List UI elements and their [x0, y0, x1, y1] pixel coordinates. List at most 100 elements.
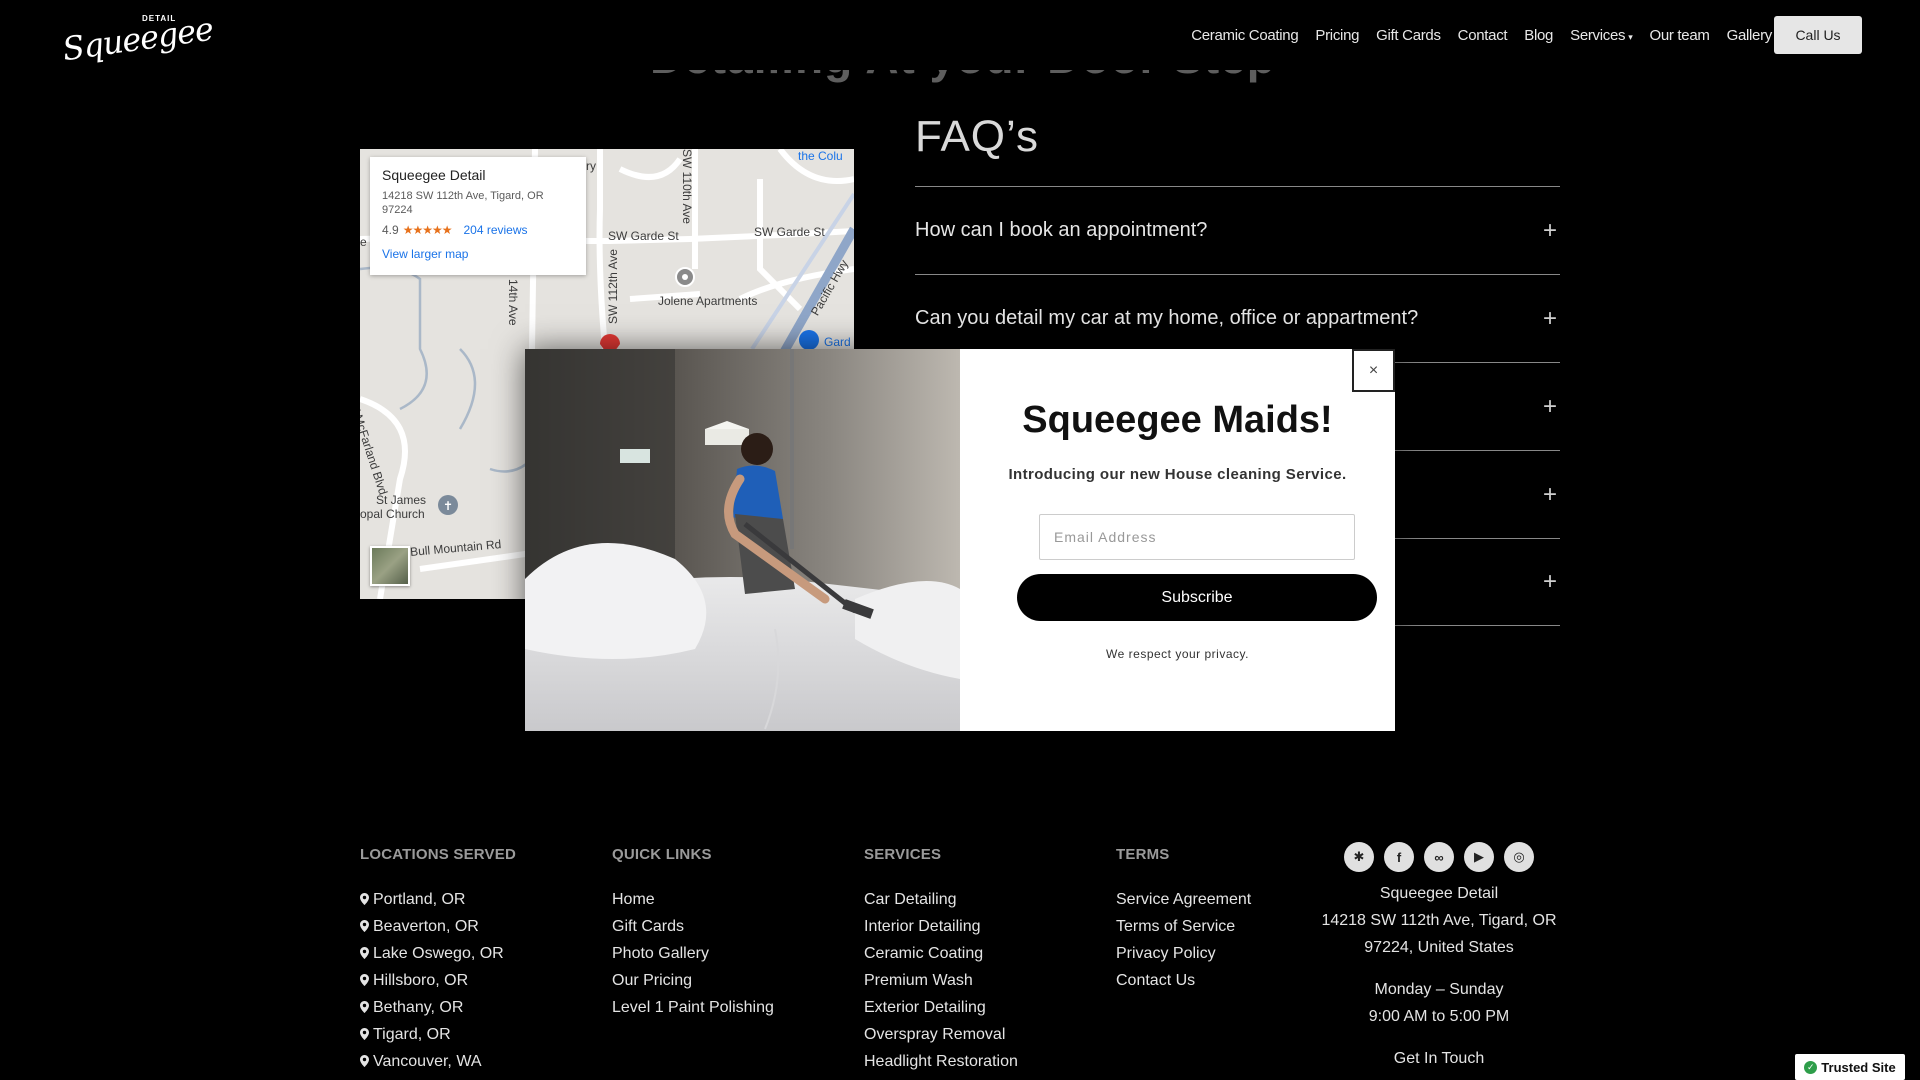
- faq-item[interactable]: How can I book an appointment? +: [915, 186, 1560, 274]
- logo-text: Squeegee: [60, 9, 216, 69]
- location-item: Hillsboro, OR: [360, 972, 516, 999]
- rating-value: 4.9: [382, 223, 399, 237]
- email-field[interactable]: [1039, 514, 1355, 560]
- faq-title: FAQ’s: [915, 112, 1040, 161]
- map-label-gard: Gard: [824, 335, 851, 349]
- quick-link-gift-cards[interactable]: Gift Cards: [612, 918, 774, 945]
- location-item: Bethany, OR: [360, 999, 516, 1026]
- service-link[interactable]: Car Detailing: [864, 891, 1018, 918]
- location-label: Beaverton, OR: [373, 918, 479, 935]
- quick-link-paint-polishing[interactable]: Level 1 Paint Polishing: [612, 999, 774, 1026]
- location-label: Bethany, OR: [373, 999, 464, 1016]
- instagram-icon[interactable]: ◎: [1504, 842, 1534, 872]
- cleaning-photo: [525, 349, 960, 731]
- map-label-jolene: Jolene Apartments: [658, 294, 758, 308]
- map-label-colu: the Colu: [798, 149, 843, 163]
- plus-icon[interactable]: +: [1540, 568, 1560, 596]
- nav-services[interactable]: Services ▾: [1570, 26, 1633, 44]
- nav-services-label: Services: [1570, 26, 1626, 44]
- address-line-2: 97224, United States: [1364, 939, 1514, 956]
- plus-icon[interactable]: +: [1540, 481, 1560, 509]
- service-link[interactable]: Headlight Restoration: [864, 1053, 1018, 1080]
- footer-contact: ✱ f ∞ ▶ ◎ Squeegee Detail 14218 SW 112th…: [1320, 842, 1558, 1072]
- location-item: Beaverton, OR: [360, 918, 516, 945]
- popup-title: Squeegee Maids!: [1022, 399, 1333, 441]
- service-link[interactable]: Ceramic Coating: [864, 945, 1018, 972]
- terms-link[interactable]: Service Agreement: [1116, 891, 1251, 918]
- map-pin-icon: [360, 893, 369, 905]
- yelp-icon[interactable]: ✱: [1344, 842, 1374, 872]
- site-header: Squeegee DETAIL Ceramic Coating Pricing …: [0, 0, 1920, 70]
- nav-pricing[interactable]: Pricing: [1315, 27, 1359, 44]
- location-item: Vancouver, WA: [360, 1053, 516, 1080]
- nav-ceramic-coating[interactable]: Ceramic Coating: [1191, 27, 1299, 44]
- location-label: Vancouver, WA: [373, 1053, 482, 1070]
- footer-heading: LOCATIONS SERVED: [360, 846, 516, 863]
- nav-gift-cards[interactable]: Gift Cards: [1376, 27, 1441, 44]
- logo-subtext: DETAIL: [142, 14, 177, 23]
- quick-link-photo-gallery[interactable]: Photo Gallery: [612, 945, 774, 972]
- map-rating: 4.9 ★★★★★ 204 reviews: [382, 223, 574, 237]
- location-item: Tigard, OR: [360, 1026, 516, 1053]
- location-label: Lake Oswego, OR: [373, 945, 504, 962]
- map-info-card: Squeegee Detail 14218 SW 112th Ave, Tiga…: [370, 157, 586, 275]
- map-pin-icon: [360, 1055, 369, 1067]
- subscribe-button[interactable]: Subscribe: [1017, 574, 1377, 621]
- check-icon: ✓: [1804, 1060, 1818, 1074]
- footer-quick-links: QUICK LINKS Home Gift Cards Photo Galler…: [612, 846, 774, 1026]
- map-label-stjames-1: St James: [376, 493, 427, 507]
- plus-icon[interactable]: +: [1540, 217, 1560, 245]
- main-nav: Ceramic Coating Pricing Gift Cards Conta…: [1174, 0, 1772, 70]
- call-us-button[interactable]: Call Us: [1774, 16, 1862, 54]
- footer-terms: TERMS Service Agreement Terms of Service…: [1116, 846, 1251, 999]
- close-icon[interactable]: ×: [1352, 349, 1395, 392]
- plus-icon[interactable]: +: [1540, 305, 1560, 333]
- nav-our-team[interactable]: Our team: [1649, 27, 1709, 44]
- footer-services: SERVICES Car Detailing Interior Detailin…: [864, 846, 1018, 1080]
- plus-icon[interactable]: +: [1540, 393, 1560, 421]
- satellite-toggle[interactable]: [370, 546, 410, 586]
- trusted-site-badge[interactable]: ✓ Trusted Site: [1795, 1054, 1905, 1080]
- footer-locations: LOCATIONS SERVED Portland, OR Beaverton,…: [360, 846, 516, 1080]
- social-links: ✱ f ∞ ▶ ◎: [1320, 842, 1558, 872]
- footer-heading: TERMS: [1116, 846, 1170, 863]
- service-link[interactable]: Premium Wash: [864, 972, 1018, 999]
- map-label-ry: ry: [586, 159, 596, 173]
- star-icons: ★★★★★: [402, 223, 453, 237]
- nav-blog[interactable]: Blog: [1524, 27, 1553, 44]
- privacy-note: We respect your privacy.: [1106, 647, 1249, 661]
- get-in-touch-link[interactable]: Get In Touch: [1320, 1045, 1558, 1072]
- service-link[interactable]: Interior Detailing: [864, 918, 1018, 945]
- logo[interactable]: Squeegee DETAIL: [60, 10, 215, 69]
- popup-subtitle: Introducing our new House cleaning Servi…: [1008, 466, 1347, 483]
- quick-link-our-pricing[interactable]: Our Pricing: [612, 972, 774, 999]
- cleaning-photo-illustration: [525, 349, 960, 731]
- map-pin-icon: [360, 1001, 369, 1013]
- terms-link[interactable]: Terms of Service: [1116, 918, 1251, 945]
- service-link[interactable]: Exterior Detailing: [864, 999, 1018, 1026]
- business-name: Squeegee Detail: [1379, 885, 1499, 902]
- map-pin-icon: [360, 1028, 369, 1040]
- nav-gallery[interactable]: Gallery: [1727, 27, 1773, 44]
- link-icon[interactable]: ∞: [1424, 842, 1454, 872]
- service-link[interactable]: Overspray Removal: [864, 1026, 1018, 1053]
- trusted-site-label: Trusted Site: [1821, 1059, 1896, 1075]
- footer-heading: QUICK LINKS: [612, 846, 712, 863]
- newsletter-popup: × Squeegee Maids! Introducing our new Ho…: [525, 349, 1395, 731]
- faq-question: How can I book an appointment?: [915, 219, 1208, 241]
- map-pin-icon: [360, 974, 369, 986]
- quick-link-home[interactable]: Home: [612, 891, 774, 918]
- location-label: Tigard, OR: [373, 1026, 451, 1043]
- terms-link[interactable]: Contact Us: [1116, 972, 1251, 999]
- map-pin-icon: [360, 947, 369, 959]
- terms-link[interactable]: Privacy Policy: [1116, 945, 1251, 972]
- location-item: Portland, OR: [360, 891, 516, 918]
- facebook-icon[interactable]: f: [1384, 842, 1414, 872]
- reviews-link[interactable]: 204 reviews: [463, 223, 527, 237]
- map-business-name: Squeegee Detail: [382, 167, 486, 183]
- youtube-icon[interactable]: ▶: [1464, 842, 1494, 872]
- view-larger-map-link[interactable]: View larger map: [382, 247, 574, 261]
- nav-contact[interactable]: Contact: [1458, 27, 1508, 44]
- faq-question: Can you detail my car at my home, office…: [915, 307, 1419, 329]
